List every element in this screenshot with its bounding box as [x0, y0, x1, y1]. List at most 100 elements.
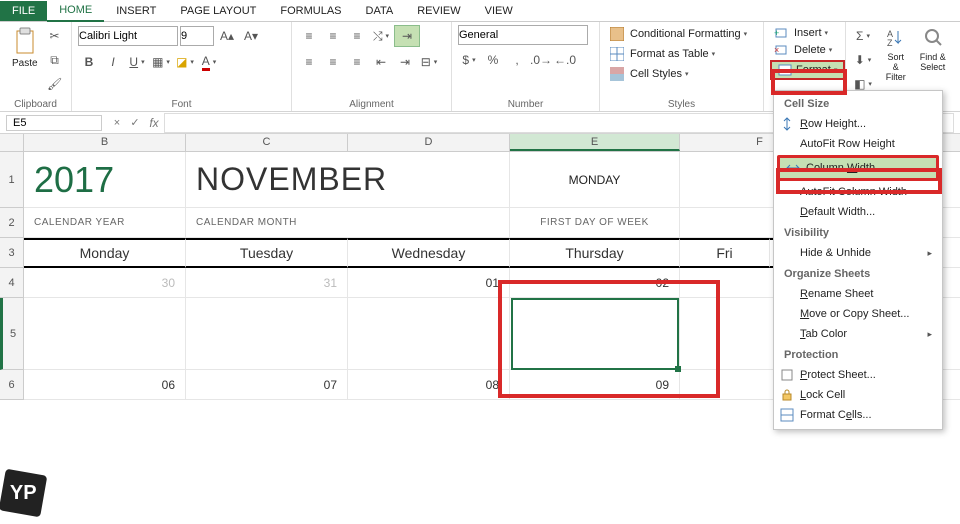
delete-cells-button[interactable]: × Delete▾: [770, 42, 836, 58]
menu-format-cells[interactable]: Format Cells...Format Cells...: [774, 405, 942, 425]
col-header-d[interactable]: D: [348, 134, 510, 151]
fx-icon[interactable]: fx: [144, 113, 164, 133]
align-center-icon[interactable]: ≡: [322, 51, 344, 73]
paste-label: Paste: [12, 58, 38, 69]
cell-d6[interactable]: 08: [348, 370, 510, 400]
italic-button[interactable]: I: [102, 51, 124, 73]
border-button[interactable]: ▦▾: [150, 51, 172, 73]
tab-formulas[interactable]: FORMULAS: [268, 1, 353, 21]
col-header-c[interactable]: C: [186, 134, 348, 151]
fill-color-button[interactable]: ◪▾: [174, 51, 196, 73]
comma-format-icon[interactable]: ,: [506, 49, 528, 71]
row-header-1[interactable]: 1: [0, 152, 23, 208]
annotation-red-box-colwidth: [776, 168, 942, 194]
format-painter-icon[interactable]: 🖌: [44, 73, 66, 95]
select-all-corner[interactable]: [0, 134, 24, 151]
merge-center-icon[interactable]: ⊟▾: [418, 51, 440, 73]
align-left-icon[interactable]: ≡: [298, 51, 320, 73]
cut-icon[interactable]: ✂: [44, 25, 66, 47]
menu-default-width[interactable]: Default Width...Default Width...: [774, 202, 942, 222]
cell-year[interactable]: 2017: [24, 152, 186, 207]
cell-b5[interactable]: [24, 298, 186, 370]
col-header-b[interactable]: B: [24, 134, 186, 151]
decrease-indent-icon[interactable]: ⇤: [370, 51, 392, 73]
cell-yearlabel[interactable]: CALENDAR YEAR: [24, 208, 186, 237]
cell-d5[interactable]: [348, 298, 510, 370]
increase-indent-icon[interactable]: ⇥: [394, 51, 416, 73]
sort-filter-label: Sort & Filter: [884, 52, 908, 82]
cell-c4[interactable]: 31: [186, 268, 348, 298]
copy-icon[interactable]: ⧉: [44, 49, 66, 71]
font-color-button[interactable]: A▾: [198, 51, 220, 73]
svg-text:×: ×: [774, 45, 779, 55]
dayhdr-wed[interactable]: Wednesday: [348, 238, 510, 268]
cell-b4[interactable]: 30: [24, 268, 186, 298]
dayhdr-thu[interactable]: Thursday: [510, 238, 680, 268]
increase-decimal-icon[interactable]: .0→: [530, 49, 552, 71]
font-size-select[interactable]: [180, 26, 214, 46]
tab-home[interactable]: HOME: [47, 0, 104, 22]
dayhdr-fri[interactable]: Fri: [680, 238, 770, 268]
cell-c6[interactable]: 07: [186, 370, 348, 400]
decrease-decimal-icon[interactable]: ←.0: [554, 49, 576, 71]
menu-move-copy-sheet[interactable]: Move or Copy Sheet...Move or Copy Sheet.…: [774, 304, 942, 324]
bold-button[interactable]: B: [78, 51, 100, 73]
percent-format-icon[interactable]: %: [482, 49, 504, 71]
align-bottom-icon[interactable]: ≡: [346, 25, 368, 47]
align-top-icon[interactable]: ≡: [298, 25, 320, 47]
menu-rename-sheet[interactable]: Rename SheetRename Sheet: [774, 284, 942, 304]
align-right-icon[interactable]: ≡: [346, 51, 368, 73]
cancel-formula-icon[interactable]: ×: [108, 117, 126, 129]
cell-monthlabel[interactable]: CALENDAR MONTH: [186, 208, 510, 237]
tab-data[interactable]: DATA: [354, 1, 406, 21]
cell-styles-button[interactable]: Cell Styles▾: [606, 65, 692, 83]
tab-review[interactable]: REVIEW: [405, 1, 472, 21]
sort-filter-button[interactable]: AZ Sort & Filter: [878, 25, 914, 84]
tab-view[interactable]: VIEW: [473, 1, 525, 21]
number-format-select[interactable]: [458, 25, 588, 45]
cell-fdlabel[interactable]: FIRST DAY OF WEEK: [510, 208, 680, 237]
row-header-6[interactable]: 6: [0, 370, 23, 400]
menu-row-height[interactable]: Row Row Height...Height...: [774, 114, 942, 134]
increase-font-icon[interactable]: A▴: [216, 25, 238, 47]
tab-pagelayout[interactable]: PAGE LAYOUT: [168, 1, 268, 21]
cell-month[interactable]: NOVEMBER: [186, 152, 510, 207]
orientation-icon[interactable]: ⤭▾: [370, 25, 392, 47]
conditional-formatting-button[interactable]: Conditional Formatting▾: [606, 25, 751, 43]
dayhdr-mon[interactable]: Monday: [24, 238, 186, 268]
row-header-3[interactable]: 3: [0, 238, 23, 268]
insert-cells-button[interactable]: + Insert▾: [770, 25, 832, 41]
menu-protect-sheet[interactable]: Protect Sheet...Protect Sheet...: [774, 365, 942, 385]
dayhdr-tue[interactable]: Tuesday: [186, 238, 348, 268]
menu-autofit-row-height[interactable]: AutoFit Row Height: [774, 134, 942, 154]
group-clipboard-label: Clipboard: [6, 97, 65, 110]
cell-b6[interactable]: 06: [24, 370, 186, 400]
row-header-5[interactable]: 5: [0, 298, 23, 370]
font-name-select[interactable]: [78, 26, 178, 46]
wrap-text-icon[interactable]: ⇥: [394, 25, 420, 47]
name-box[interactable]: [6, 115, 102, 131]
row-header-2[interactable]: 2: [0, 208, 23, 238]
underline-button[interactable]: U▾: [126, 51, 148, 73]
enter-formula-icon[interactable]: ✓: [126, 116, 144, 129]
menu-lock-cell[interactable]: Lock CellLock Cell: [774, 385, 942, 405]
tab-file[interactable]: FILE: [0, 1, 47, 21]
row-header-4[interactable]: 4: [0, 268, 23, 298]
col-header-e[interactable]: E: [510, 134, 680, 151]
fill-icon[interactable]: ⬇▾: [852, 49, 874, 71]
accounting-format-icon[interactable]: $▾: [458, 49, 480, 71]
cell-firstday[interactable]: MONDAY: [510, 152, 680, 207]
menu-tab-color[interactable]: Tab Color▸Tab Color: [774, 324, 942, 344]
group-styles-label: Styles: [606, 97, 757, 110]
menu-hide-unhide[interactable]: Hide & Unhide▸: [774, 243, 942, 263]
align-middle-icon[interactable]: ≡: [322, 25, 344, 47]
format-as-table-button[interactable]: Format as Table▾: [606, 45, 719, 63]
cell-d4[interactable]: 01: [348, 268, 510, 298]
find-select-button[interactable]: Find & Select: [914, 25, 952, 74]
cell-c5[interactable]: [186, 298, 348, 370]
paste-button[interactable]: Paste: [6, 25, 44, 71]
autosum-icon[interactable]: Σ▾: [852, 25, 874, 47]
decrease-font-icon[interactable]: A▾: [240, 25, 262, 47]
format-cells-icon: [780, 408, 794, 422]
tab-insert[interactable]: INSERT: [104, 1, 168, 21]
